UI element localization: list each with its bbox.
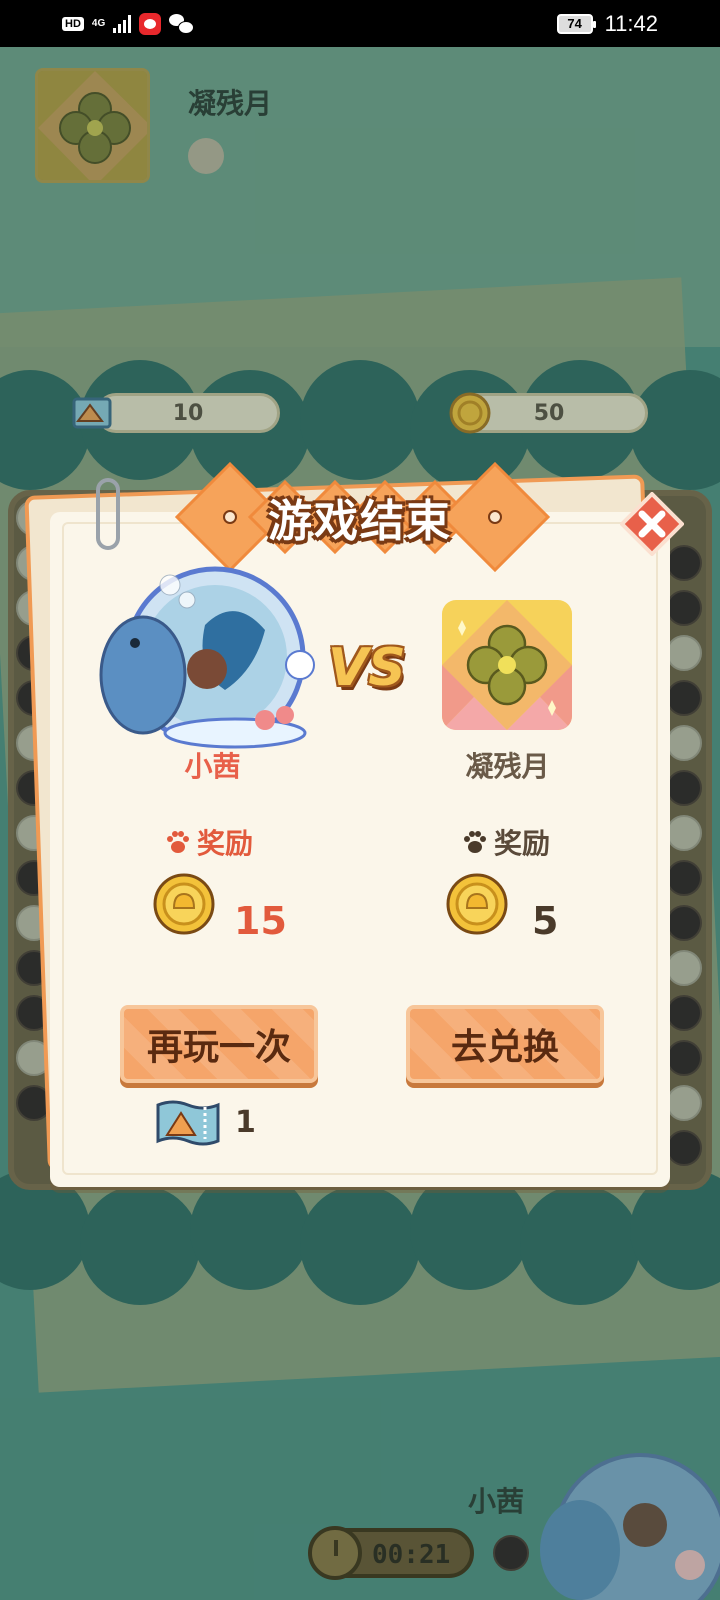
close-button[interactable]	[620, 492, 684, 556]
player-avatar[interactable]	[95, 565, 320, 765]
status-bar: HD 4G 74 11:42	[0, 0, 720, 47]
hd-indicator: HD	[62, 16, 84, 31]
paw-icon	[464, 831, 486, 853]
player-reward-text: 奖励	[197, 827, 254, 860]
player-reward-label: 奖励	[165, 822, 253, 862]
ticket-reward: 1	[155, 1097, 256, 1147]
network-type: 4G	[91, 17, 106, 29]
opponent-reward-text: 奖励	[494, 827, 551, 860]
dialog-title: 游戏结束	[268, 496, 452, 547]
paw-icon	[167, 831, 189, 853]
paperclip-icon	[96, 478, 120, 550]
play-again-label: 再玩一次	[146, 1027, 291, 1068]
coin-icon	[446, 873, 508, 935]
battery-icon: 74	[556, 13, 596, 34]
opponent-card-avatar[interactable]	[442, 600, 572, 730]
opponent-card-name: 凝残月	[465, 750, 550, 783]
vs-label: VS	[328, 638, 406, 698]
ticket-reward-count: 1	[235, 1104, 256, 1140]
status-right: 74 11:42	[556, 10, 658, 37]
ticket-icon	[156, 1100, 220, 1146]
notification-app-icon	[139, 12, 162, 35]
player-name: 小茜	[184, 750, 241, 783]
status-left: HD 4G	[62, 12, 195, 35]
opponent-reward-label: 奖励	[462, 822, 550, 862]
player-reward-value: 15	[234, 899, 287, 943]
wechat-icon	[169, 13, 195, 34]
opponent-reward-value: 5	[532, 899, 559, 943]
exchange-label: 去兑换	[450, 1027, 559, 1068]
clock: 11:42	[604, 10, 658, 36]
signal-icon	[113, 14, 132, 33]
exchange-button[interactable]: 去兑换	[406, 1005, 604, 1083]
coin-icon	[153, 873, 215, 935]
play-again-button[interactable]: 再玩一次	[120, 1005, 318, 1083]
